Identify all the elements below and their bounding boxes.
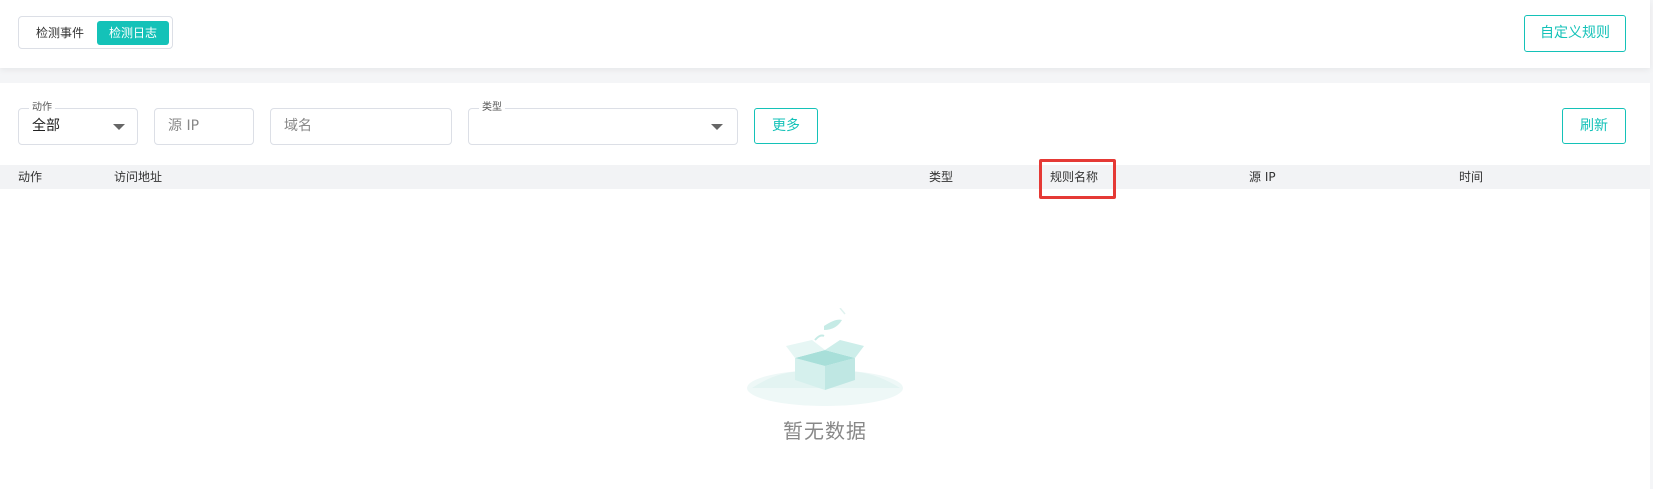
view-switcher: 检测事件 检测日志 <box>18 16 173 49</box>
source-ip-placeholder: 源 IP <box>168 118 200 134</box>
domain-input[interactable]: 域名 <box>270 108 452 145</box>
column-header-time: 时间 <box>1459 170 1484 184</box>
more-filters-button[interactable]: 更多 <box>754 108 818 144</box>
empty-state-text: 暂无数据 <box>783 419 867 443</box>
action-select[interactable]: 动作 全部 <box>18 101 138 145</box>
column-header-type: 类型 <box>929 170 954 184</box>
column-header-action: 动作 <box>18 170 43 184</box>
refresh-button[interactable]: 刷新 <box>1562 108 1626 144</box>
domain-placeholder: 域名 <box>284 118 312 134</box>
top-toolbar: 检测事件 检测日志 自定义规则 <box>0 0 1650 68</box>
custom-rules-button[interactable]: 自定义规则 <box>1524 15 1626 52</box>
table-header: 动作 访问地址 类型 规则名称 源 IP 时间 <box>0 165 1650 189</box>
log-panel: 动作 全部 源 IP 域名 类型 更多 刷新 动作 访问地址 类型 规则名称 源… <box>0 83 1650 489</box>
action-select-value: 全部 <box>32 118 60 134</box>
chevron-down-icon <box>711 124 723 130</box>
empty-box-illustration <box>747 308 903 406</box>
column-header-url: 访问地址 <box>114 170 163 184</box>
type-select-label: 类型 <box>479 101 505 115</box>
tab-detection-events[interactable]: 检测事件 <box>24 21 96 45</box>
column-header-source-ip: 源 IP <box>1249 170 1276 184</box>
chevron-down-icon <box>113 124 125 130</box>
highlight-box <box>1039 159 1116 199</box>
tab-detection-logs[interactable]: 检测日志 <box>97 21 170 45</box>
source-ip-input[interactable]: 源 IP <box>154 108 254 145</box>
type-select[interactable]: 类型 <box>468 101 738 145</box>
